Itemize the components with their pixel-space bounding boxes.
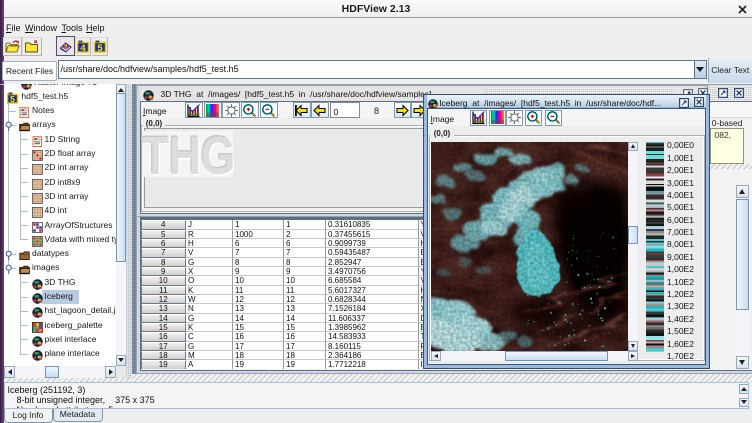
- svg-text:5: 5: [10, 94, 15, 104]
- svg-text:5: 5: [97, 43, 103, 53]
- svg-text:4: 4: [80, 43, 86, 53]
